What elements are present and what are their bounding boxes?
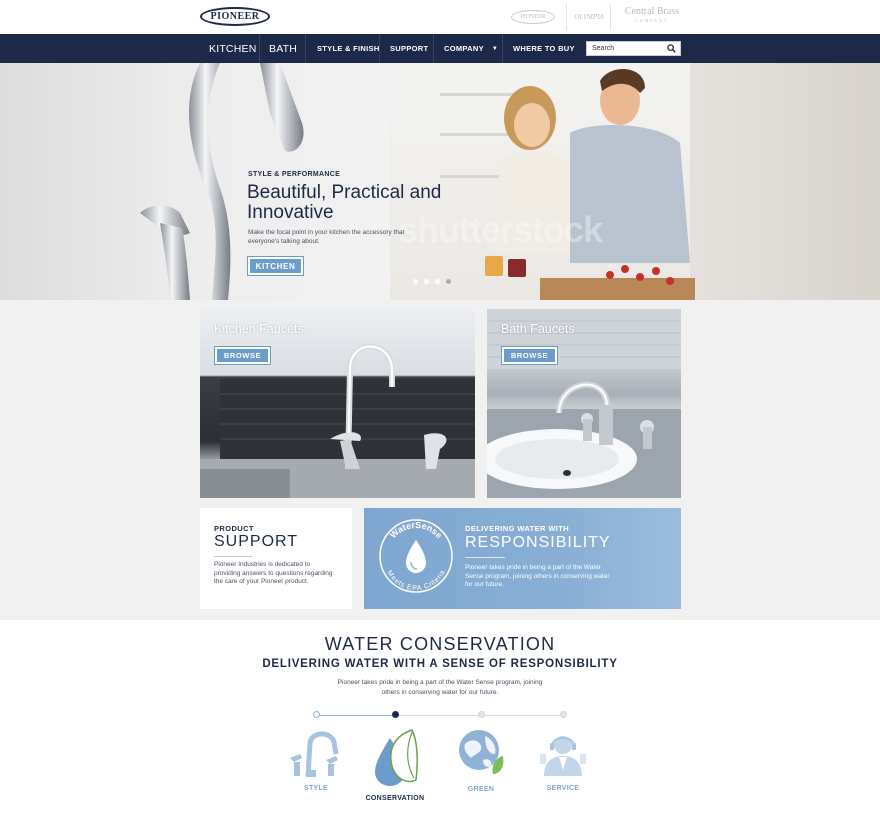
bath-faucet-image — [487, 309, 681, 498]
kitchen-faucet-image — [200, 343, 475, 498]
central-brass-text: Central Brass — [624, 6, 680, 17]
kitchen-faucets-title: Kitchen Faucets — [214, 322, 304, 336]
slider-dot-active[interactable] — [446, 279, 451, 284]
watersense-card[interactable]: WaterSense Meets EPA Criteria DELIVERING… — [364, 508, 681, 609]
hero-description: Make the focal point in your kitchen the… — [248, 229, 405, 245]
feature-timeline — [313, 711, 567, 718]
water-drop-leaf-icon[interactable] — [372, 728, 418, 788]
timeline-node-style[interactable] — [313, 711, 320, 718]
watersense-title: RESPONSIBILITY — [465, 534, 611, 551]
hero-kitchen-button[interactable]: KITCHEN — [247, 256, 304, 276]
kitchen-browse-button[interactable]: BROWSE — [214, 346, 271, 365]
conservation-subtitle: DELIVERING WATER WITH A SENSE OF RESPONS… — [262, 658, 618, 670]
nav-style-finish[interactable]: STYLE & FINISH — [317, 34, 380, 63]
faucet-icon[interactable] — [288, 728, 344, 778]
globe-leaf-icon[interactable] — [457, 728, 507, 778]
pioneer-logo[interactable]: PIONEER — [200, 7, 270, 26]
watersense-text: Pioneer takes pride in being a part of t… — [465, 564, 610, 588]
timeline-line-active — [316, 715, 395, 716]
support-title: SUPPORT — [214, 533, 299, 550]
support-kicker: PRODUCT — [214, 524, 254, 533]
feature-green-label[interactable]: GREEN — [441, 786, 521, 793]
timeline-node-green[interactable] — [478, 711, 485, 718]
support-text: Pioneer Industries is dedicated to provi… — [214, 561, 333, 585]
pioneer-brand-text: PIONEER — [520, 14, 546, 20]
feature-style-label[interactable]: STYLE — [276, 785, 356, 792]
watersense-seal-icon: WaterSense Meets EPA Criteria — [379, 519, 453, 593]
brand-bar: PIONEER PIONEER OLYMPIA Central Brass CO… — [0, 0, 880, 34]
nav-separator — [502, 34, 503, 63]
nav-bath[interactable]: BATH — [269, 34, 297, 63]
nav-company-label: COMPANY — [444, 44, 484, 53]
watersense-kicker: DELIVERING WATER WITH — [465, 524, 570, 533]
svg-text:WaterSense: WaterSense — [388, 520, 444, 540]
hero-slider-dots — [413, 279, 451, 284]
nav-where-to-buy[interactable]: WHERE TO BUY — [513, 34, 575, 63]
hero-couple-image — [485, 68, 695, 300]
product-support-card[interactable]: PRODUCT SUPPORT Pioneer Industries is de… — [200, 508, 352, 609]
conservation-title: WATER CONSERVATION — [324, 634, 556, 654]
nav-support[interactable]: SUPPORT — [390, 34, 428, 63]
slider-dot[interactable] — [435, 279, 440, 284]
feature-service-label[interactable]: SERVICE — [523, 785, 603, 792]
timeline-node-conservation[interactable] — [392, 711, 399, 718]
slider-dot[interactable] — [424, 279, 429, 284]
nav-separator — [433, 34, 434, 63]
pioneer-brand-link[interactable]: PIONEER — [511, 10, 555, 24]
central-brass-tagline: COMPANY — [635, 18, 669, 23]
brand-divider — [566, 4, 567, 30]
search-placeholder: Search — [592, 45, 615, 52]
olympia-brand-text: OLYMPIA — [574, 13, 604, 21]
watersense-divider — [465, 557, 505, 558]
nav-separator — [259, 34, 260, 63]
bath-browse-button[interactable]: BROWSE — [501, 346, 558, 365]
feature-conservation-label[interactable]: CONSERVATION — [355, 795, 435, 802]
pioneer-logo-text: PIONEER — [210, 11, 260, 22]
caret-down-icon: ▼ — [491, 45, 499, 52]
nav-kitchen[interactable]: KITCHEN — [209, 34, 257, 63]
search-input[interactable]: Search — [586, 41, 681, 56]
support-divider — [214, 556, 252, 557]
bath-faucets-title: Bath Faucets — [501, 322, 575, 336]
hero-kicker: STYLE & PERFORMANCE — [248, 171, 341, 178]
olympia-brand-link[interactable]: OLYMPIA — [574, 10, 604, 24]
central-brass-brand-link[interactable]: Central Brass COMPANY — [621, 6, 683, 24]
search-icon[interactable] — [667, 44, 676, 53]
nav-company[interactable]: COMPANY ▼ — [444, 34, 498, 63]
service-person-icon[interactable] — [538, 732, 588, 776]
conservation-description: Pioneer takes pride in being a part of t… — [337, 679, 543, 696]
bath-faucets-tile[interactable]: Bath Faucets BROWSE — [487, 309, 681, 498]
kitchen-faucets-tile[interactable]: Kitchen Faucets BROWSE — [200, 309, 475, 498]
nav-separator — [379, 34, 380, 63]
main-nav: KITCHEN BATH STYLE & FINISH SUPPORT COMP… — [0, 34, 880, 63]
nav-separator — [305, 34, 306, 63]
timeline-node-service[interactable] — [560, 711, 567, 718]
hero-title: Beautiful, Practical and Innovative — [247, 182, 442, 223]
seal-top-text: WaterSense — [388, 520, 444, 540]
brand-divider — [610, 4, 611, 30]
slider-dot[interactable] — [413, 279, 418, 284]
